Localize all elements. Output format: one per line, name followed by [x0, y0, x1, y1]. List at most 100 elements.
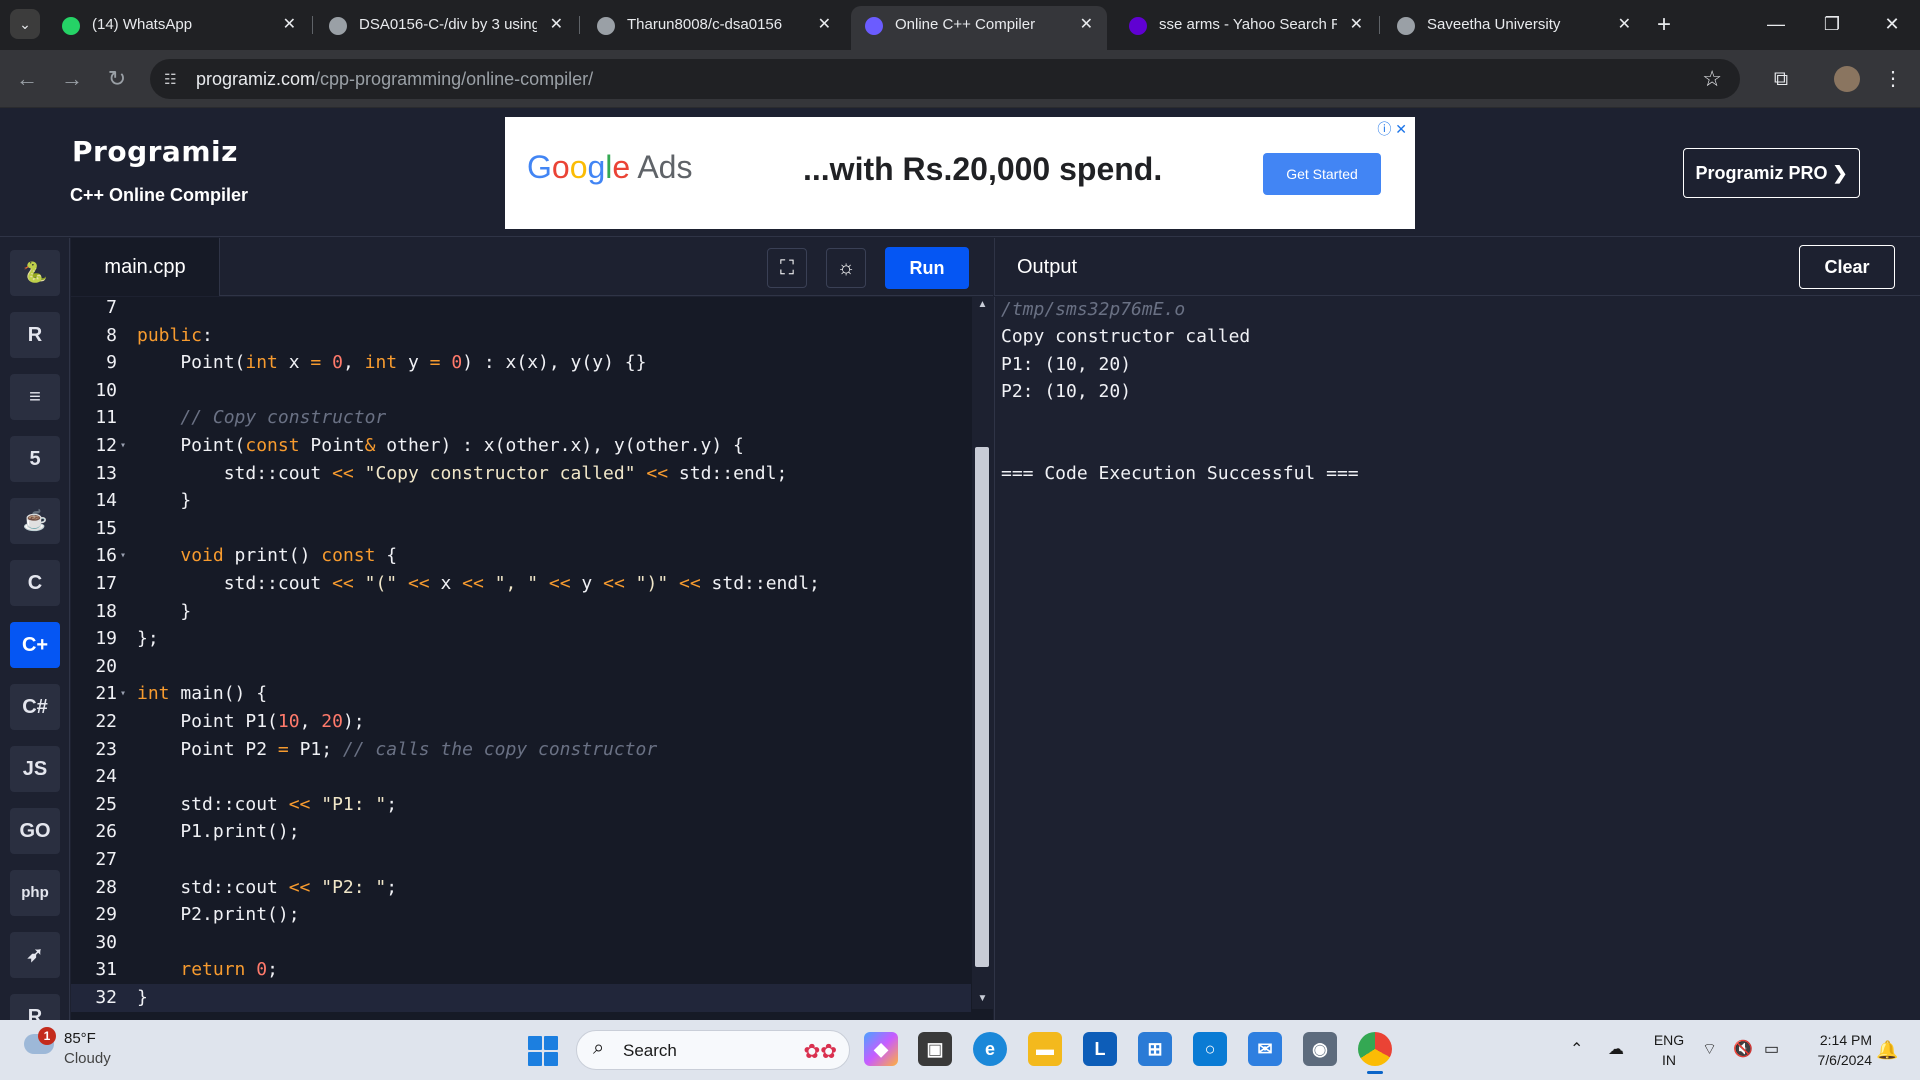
- lenovo-app-icon[interactable]: L: [1083, 1032, 1117, 1066]
- code-line[interactable]: 28 std::cout << "P2: ";: [71, 874, 971, 902]
- code-line[interactable]: 15: [71, 515, 971, 543]
- fold-arrow-icon[interactable]: ▾: [120, 432, 126, 460]
- volume-muted-icon[interactable]: 🔇: [1733, 1020, 1753, 1080]
- browser-tab[interactable]: Tharun8008/c-dsa0156 ✕: [583, 6, 845, 44]
- extensions-icon[interactable]: ⧉: [1764, 62, 1798, 96]
- language-go-icon[interactable]: GO: [10, 808, 60, 854]
- language-sql-icon[interactable]: ≡: [10, 374, 60, 420]
- code-line[interactable]: 22 Point P1(10, 20);: [71, 708, 971, 736]
- code-line[interactable]: 14 }: [71, 487, 971, 515]
- code-line[interactable]: 16 ▾ void print() const {: [71, 542, 971, 570]
- mail-icon[interactable]: ✉: [1248, 1032, 1282, 1066]
- forward-button[interactable]: →: [55, 62, 89, 96]
- tab-close-icon[interactable]: ✕: [1618, 6, 1631, 44]
- edge-icon[interactable]: e: [973, 1032, 1007, 1066]
- google-ad-banner[interactable]: Google Ads ...with Rs.20,000 spend. Get …: [505, 117, 1415, 229]
- outlook-circle-icon[interactable]: ○: [1193, 1032, 1227, 1066]
- fold-arrow-icon[interactable]: ▾: [120, 542, 126, 570]
- ad-get-started-button[interactable]: Get Started: [1263, 153, 1381, 195]
- programiz-logo[interactable]: Programiz: [72, 135, 238, 168]
- run-button[interactable]: Run: [885, 247, 969, 289]
- output-console[interactable]: /tmp/sms32p76mE.o Copy constructor called…: [994, 297, 1920, 1020]
- tab-search-button[interactable]: ⌄: [10, 9, 40, 39]
- programiz-pro-button[interactable]: Programiz PRO ❯: [1683, 148, 1860, 198]
- code-line[interactable]: 9 Point(int x = 0, int y = 0) : x(x), y(…: [71, 349, 971, 377]
- code-line[interactable]: 29 P2.print();: [71, 901, 971, 929]
- code-line[interactable]: 25 std::cout << "P1: ";: [71, 791, 971, 819]
- editor-scrollbar[interactable]: ▲ ▼: [972, 297, 993, 1009]
- microsoft-store-icon[interactable]: ⊞: [1138, 1032, 1172, 1066]
- task-view-icon[interactable]: ▣: [918, 1032, 952, 1066]
- language-javascript-icon[interactable]: JS: [10, 746, 60, 792]
- reload-button[interactable]: ↻: [100, 62, 134, 96]
- battery-icon[interactable]: ▭: [1764, 1020, 1779, 1080]
- weather-temperature[interactable]: 85°F: [64, 1030, 96, 1047]
- wifi-icon[interactable]: ⌔: [1702, 1020, 1717, 1080]
- chrome-icon[interactable]: [1358, 1032, 1392, 1074]
- fold-arrow-icon[interactable]: ▾: [120, 680, 126, 708]
- tray-overflow-icon[interactable]: ⌃: [1570, 1020, 1583, 1080]
- code-line[interactable]: 21 ▾ int main() {: [71, 680, 971, 708]
- browser-tab[interactable]: Saveetha University ✕: [1383, 6, 1645, 44]
- file-explorer-icon[interactable]: ▬: [1028, 1032, 1062, 1066]
- language-indicator[interactable]: ENG IN: [1652, 1030, 1686, 1070]
- back-button[interactable]: ←: [10, 62, 44, 96]
- language-rust-icon[interactable]: R: [10, 994, 60, 1020]
- code-line[interactable]: 18 }: [71, 598, 971, 626]
- code-line[interactable]: 8 public:: [71, 322, 971, 350]
- scrollbar-thumb[interactable]: [975, 447, 989, 967]
- tab-close-icon[interactable]: ✕: [550, 6, 563, 44]
- scroll-up-icon[interactable]: ▲: [972, 299, 993, 310]
- language-swift-icon[interactable]: ➶: [10, 932, 60, 978]
- onedrive-icon[interactable]: ☁: [1608, 1020, 1624, 1080]
- profile-avatar[interactable]: [1834, 66, 1860, 92]
- language-c-icon[interactable]: C: [10, 560, 60, 606]
- tab-close-icon[interactable]: ✕: [1350, 6, 1363, 44]
- scroll-down-icon[interactable]: ▼: [972, 993, 993, 1004]
- code-line[interactable]: 26 P1.print();: [71, 818, 971, 846]
- copilot-icon[interactable]: ◆: [864, 1032, 898, 1066]
- system-clock[interactable]: 2:14 PM 7/6/2024: [1798, 1030, 1873, 1070]
- language-php-icon[interactable]: php: [10, 870, 60, 916]
- code-line[interactable]: 13 std::cout << "Copy constructor called…: [71, 460, 971, 488]
- code-line[interactable]: 32}: [71, 984, 971, 1012]
- tab-close-icon[interactable]: ✕: [283, 6, 296, 44]
- tab-close-icon[interactable]: ✕: [1080, 6, 1093, 44]
- url-bar[interactable]: ☷ programiz.com/cpp-programming/online-c…: [150, 59, 1740, 99]
- language-html-icon[interactable]: 5: [10, 436, 60, 482]
- language-java-icon[interactable]: ☕: [10, 498, 60, 544]
- weather-condition[interactable]: Cloudy: [64, 1050, 111, 1067]
- code-line[interactable]: 27: [71, 846, 971, 874]
- code-line[interactable]: 23 Point P2 = P1; // calls the copy cons…: [71, 736, 971, 764]
- restore-button[interactable]: ❐: [1804, 0, 1860, 48]
- taskbar-search[interactable]: ⌕ Search ✿✿: [576, 1030, 850, 1070]
- site-info-icon[interactable]: ☷: [164, 69, 184, 89]
- code-line[interactable]: 31 return 0;: [71, 956, 971, 984]
- language-cpp-icon[interactable]: C+: [10, 622, 60, 668]
- code-line[interactable]: 7: [71, 297, 971, 322]
- theme-toggle-icon[interactable]: ☼: [826, 248, 866, 288]
- notification-bell-icon[interactable]: 🔔: [1876, 1040, 1898, 1061]
- code-line[interactable]: 19};: [71, 625, 971, 653]
- language-python-icon[interactable]: 🐍: [10, 250, 60, 296]
- code-editor[interactable]: 7 8 public: 9 Point(int x = 0, int y = 0) :…: [71, 297, 993, 1020]
- file-tab-main-cpp[interactable]: main.cpp: [71, 238, 220, 296]
- code-line[interactable]: 17 std::cout << "(" << x << ", " << y <<…: [71, 570, 971, 598]
- browser-tab[interactable]: DSA0156-C-/div by 3 using ✕: [315, 6, 577, 44]
- code-line[interactable]: 30: [71, 929, 971, 957]
- bookmark-star-icon[interactable]: ☆: [1702, 59, 1722, 99]
- tab-close-icon[interactable]: ✕: [818, 6, 831, 44]
- language-r-icon[interactable]: R: [10, 312, 60, 358]
- new-tab-button[interactable]: +: [1650, 8, 1678, 42]
- start-button[interactable]: [528, 1036, 558, 1066]
- code-line[interactable]: 10: [71, 377, 971, 405]
- minimize-button[interactable]: —: [1748, 0, 1804, 48]
- code-line[interactable]: 11 // Copy constructor: [71, 404, 971, 432]
- language-csharp-icon[interactable]: C#: [10, 684, 60, 730]
- browser-tab[interactable]: Online C++ Compiler ✕: [851, 6, 1107, 50]
- close-window-button[interactable]: ✕: [1864, 0, 1920, 48]
- fullscreen-icon[interactable]: ⛶: [767, 248, 807, 288]
- code-line[interactable]: 20: [71, 653, 971, 681]
- browser-tab[interactable]: (14) WhatsApp ✕: [48, 6, 310, 44]
- code-line[interactable]: 24: [71, 763, 971, 791]
